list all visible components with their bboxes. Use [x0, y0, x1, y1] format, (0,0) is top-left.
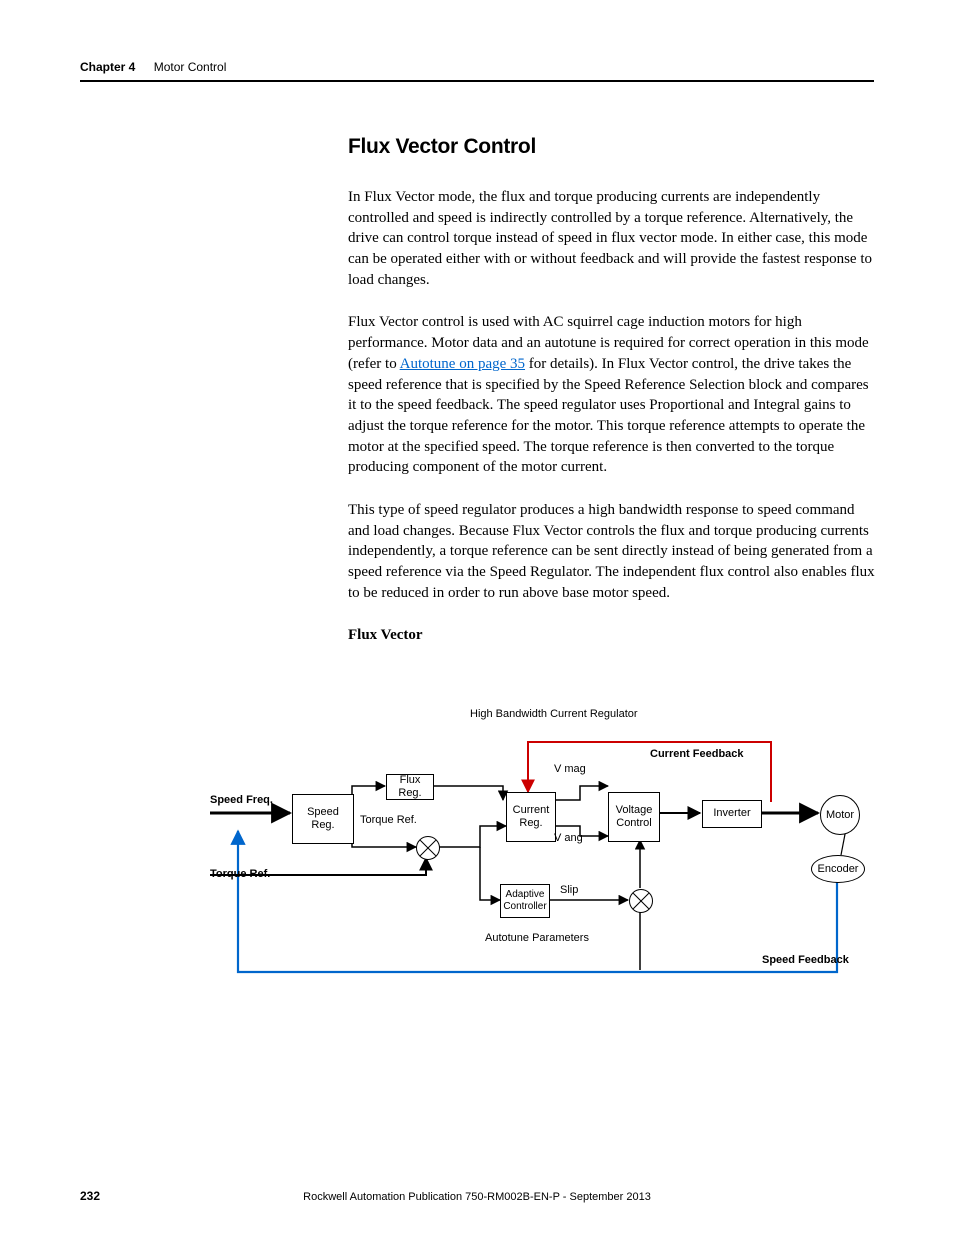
- chapter-label: Chapter 4: [80, 60, 135, 74]
- slip-sum-node: [629, 889, 653, 913]
- section-heading: Flux Vector Control: [348, 135, 876, 159]
- speed-freq-label: Speed Freq.: [210, 794, 273, 806]
- flux-vector-diagram: High Bandwidth Current Regulator Speed F…: [210, 700, 890, 980]
- footer-publication: Rockwell Automation Publication 750-RM00…: [80, 1191, 874, 1203]
- speed-feedback-label: Speed Feedback: [762, 954, 849, 966]
- adaptive-controller-box: Adaptive Controller: [500, 884, 550, 918]
- autotune-params-label: Autotune Parameters: [485, 932, 589, 944]
- page-header: Chapter 4 Motor Control: [80, 60, 874, 74]
- current-reg-box: Current Reg.: [506, 792, 556, 842]
- torque-ref-mid-label: Torque Ref.: [360, 814, 417, 826]
- paragraph-3: This type of speed regulator produces a …: [348, 500, 876, 603]
- voltage-control-box: Voltage Control: [608, 792, 660, 842]
- current-feedback-label: Current Feedback: [650, 748, 744, 760]
- slip-label: Slip: [560, 884, 578, 896]
- paragraph-1: In Flux Vector mode, the flux and torque…: [348, 187, 876, 290]
- vang-label: V ang: [554, 832, 583, 844]
- figure-title: Flux Vector: [348, 625, 876, 646]
- paragraph-2: Flux Vector control is used with AC squi…: [348, 312, 876, 478]
- diagram-caption: High Bandwidth Current Regulator: [470, 708, 638, 720]
- p2-text-b: for details). In Flux Vector control, th…: [348, 356, 869, 475]
- autotune-link[interactable]: Autotune on page 35: [400, 356, 525, 372]
- torque-ref-in-label: Torque Ref.: [210, 868, 270, 880]
- flux-reg-box: Flux Reg.: [386, 774, 434, 800]
- inverter-box: Inverter: [702, 800, 762, 828]
- vmag-label: V mag: [554, 763, 586, 775]
- motor-circle: Motor: [820, 795, 860, 835]
- chapter-title: Motor Control: [154, 60, 227, 74]
- main-content: Flux Vector Control In Flux Vector mode,…: [348, 135, 876, 668]
- torque-sum-node: [416, 836, 440, 860]
- header-rule: [80, 80, 874, 82]
- speed-reg-box: Speed Reg.: [292, 794, 354, 844]
- encoder-oval: Encoder: [811, 855, 865, 883]
